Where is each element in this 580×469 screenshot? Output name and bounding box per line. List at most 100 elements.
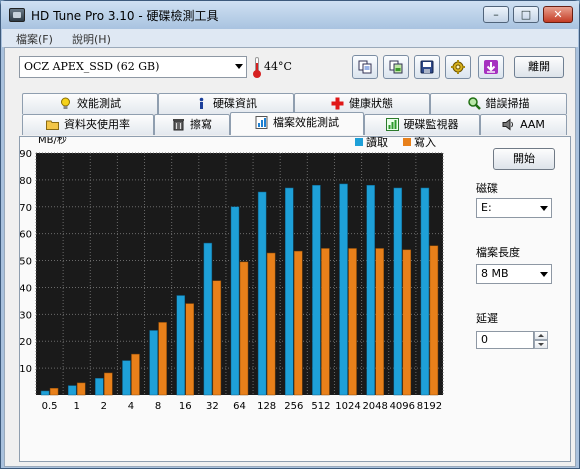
bar-write xyxy=(76,382,86,396)
tab-file-benchmark[interactable]: 檔案效能測試 xyxy=(230,112,364,135)
x-tick-label: 1 xyxy=(74,401,80,412)
y-tick-label: 10 xyxy=(20,364,32,375)
start-button[interactable]: 開始 xyxy=(493,148,555,170)
y-tick-label: 40 xyxy=(20,283,32,294)
window-title: HD Tune Pro 3.10 - 硬碟檢測工具 xyxy=(31,9,219,23)
drive-select[interactable]: OCZ APEX_SSD (62 GB) xyxy=(19,56,247,78)
main-window: HD Tune Pro 3.10 - 硬碟檢測工具 – □ ✕ 檔案(F) 說明… xyxy=(0,0,580,469)
monitor-chart-icon xyxy=(385,117,399,131)
legend-label-write: 寫入 xyxy=(414,137,436,149)
bar-write xyxy=(348,248,357,396)
download-button[interactable] xyxy=(478,55,504,79)
copy-image-icon xyxy=(389,60,403,74)
bar-read xyxy=(312,185,321,396)
menu-bar: 檔案(F) 說明(H) xyxy=(2,29,578,47)
bar-write xyxy=(266,252,276,396)
download-arrow-icon xyxy=(484,60,498,74)
bar-read xyxy=(149,330,158,396)
close-button[interactable]: ✕ xyxy=(543,6,573,23)
health-cross-icon xyxy=(331,97,344,109)
folder-icon xyxy=(46,120,59,130)
drive-select-value: OCZ APEX_SSD (62 GB) xyxy=(24,60,160,73)
exit-button[interactable]: 離開 xyxy=(514,56,564,78)
x-tick-label: 64 xyxy=(233,401,246,412)
bar-read xyxy=(95,378,104,396)
tab-disk-monitor[interactable]: 硬碟監視器 xyxy=(364,114,480,135)
x-tick-label: 8 xyxy=(155,401,161,412)
chevron-down-icon xyxy=(540,272,548,277)
latency-input[interactable]: 0 xyxy=(476,331,534,349)
y-axis-label: MB/秒 xyxy=(38,137,67,146)
tab-benchmark[interactable]: 效能測試 xyxy=(22,93,158,114)
x-tick-label: 128 xyxy=(257,401,276,412)
bar-write xyxy=(185,303,194,396)
drive-label: 磁碟 xyxy=(476,182,498,195)
bar-write xyxy=(375,248,384,396)
tab-folder-usage[interactable]: 資料夾使用率 xyxy=(22,114,154,135)
tab-erase[interactable]: 擦寫 xyxy=(154,114,230,135)
options-button[interactable] xyxy=(445,55,471,79)
bar-read xyxy=(176,295,185,396)
latency-increase-button[interactable] xyxy=(534,331,548,340)
tab-health[interactable]: 健康狀態 xyxy=(294,93,430,114)
y-tick-label: 70 xyxy=(20,203,32,214)
copy-text-button[interactable] xyxy=(352,55,378,79)
copy-screenshot-button[interactable] xyxy=(383,55,409,79)
tab-aam[interactable]: AAM xyxy=(480,114,567,135)
save-button[interactable] xyxy=(414,55,440,79)
bar-write xyxy=(212,280,222,396)
bar-read xyxy=(122,360,131,396)
x-tick-label: 32 xyxy=(206,401,219,412)
speaker-icon xyxy=(502,118,514,130)
bar-write xyxy=(402,249,412,396)
y-tick-label: 50 xyxy=(20,257,32,268)
bar-write xyxy=(131,353,140,396)
tab-error-scan[interactable]: 錯誤掃描 xyxy=(430,93,567,114)
menu-help[interactable]: 說明(H) xyxy=(72,31,111,47)
legend-swatch-write xyxy=(403,138,411,146)
bar-write xyxy=(321,248,330,396)
file-length-value: 8 MB xyxy=(481,267,509,280)
y-tick-label: 90 xyxy=(20,149,32,160)
chevron-down-icon xyxy=(235,64,243,69)
lightbulb-icon xyxy=(61,97,70,109)
minimize-button[interactable]: – xyxy=(483,6,509,23)
legend-swatch-read xyxy=(355,138,363,146)
x-tick-label: 2048 xyxy=(362,401,387,412)
y-tick-label: 30 xyxy=(20,310,32,321)
magnifier-icon xyxy=(467,96,481,110)
info-icon xyxy=(199,97,204,109)
maximize-button[interactable]: □ xyxy=(513,6,539,23)
x-tick-label: 256 xyxy=(284,401,303,412)
bar-write xyxy=(104,372,113,396)
bar-read xyxy=(40,390,50,396)
title-bar[interactable]: HD Tune Pro 3.10 - 硬碟檢測工具 – □ ✕ xyxy=(1,1,579,29)
bar-write xyxy=(429,245,439,396)
file-chart-icon xyxy=(255,115,268,129)
tab-info[interactable]: 硬碟資訊 xyxy=(158,93,294,114)
x-tick-label: 16 xyxy=(179,401,192,412)
bar-write xyxy=(294,250,303,396)
trash-icon xyxy=(173,118,184,130)
latency-decrease-button[interactable] xyxy=(534,340,548,349)
bar-read xyxy=(285,187,294,396)
drive-letter-select[interactable]: E: xyxy=(476,198,552,218)
file-length-label: 檔案長度 xyxy=(476,246,520,259)
y-tick-label: 20 xyxy=(20,337,32,348)
legend-label-read: 讀取 xyxy=(366,137,388,149)
bar-read xyxy=(230,206,240,396)
client-area: OCZ APEX_SSD (62 GB) 44°C 離開 效能測試 硬碟資訊 健… xyxy=(4,47,576,467)
y-tick-label: 60 xyxy=(20,230,32,241)
x-tick-label: 4096 xyxy=(390,401,415,412)
hard-disk-icon xyxy=(9,8,25,22)
menu-file[interactable]: 檔案(F) xyxy=(16,31,53,47)
x-tick-label: 512 xyxy=(311,401,330,412)
floppy-disk-icon xyxy=(420,60,434,74)
x-tick-label: 2 xyxy=(101,401,107,412)
x-tick-label: 4 xyxy=(128,401,134,412)
bar-write xyxy=(239,261,249,396)
x-tick-label: 0.5 xyxy=(42,401,58,412)
file-length-select[interactable]: 8 MB xyxy=(476,264,552,284)
thermometer-icon xyxy=(253,57,261,78)
bar-read xyxy=(203,242,213,396)
